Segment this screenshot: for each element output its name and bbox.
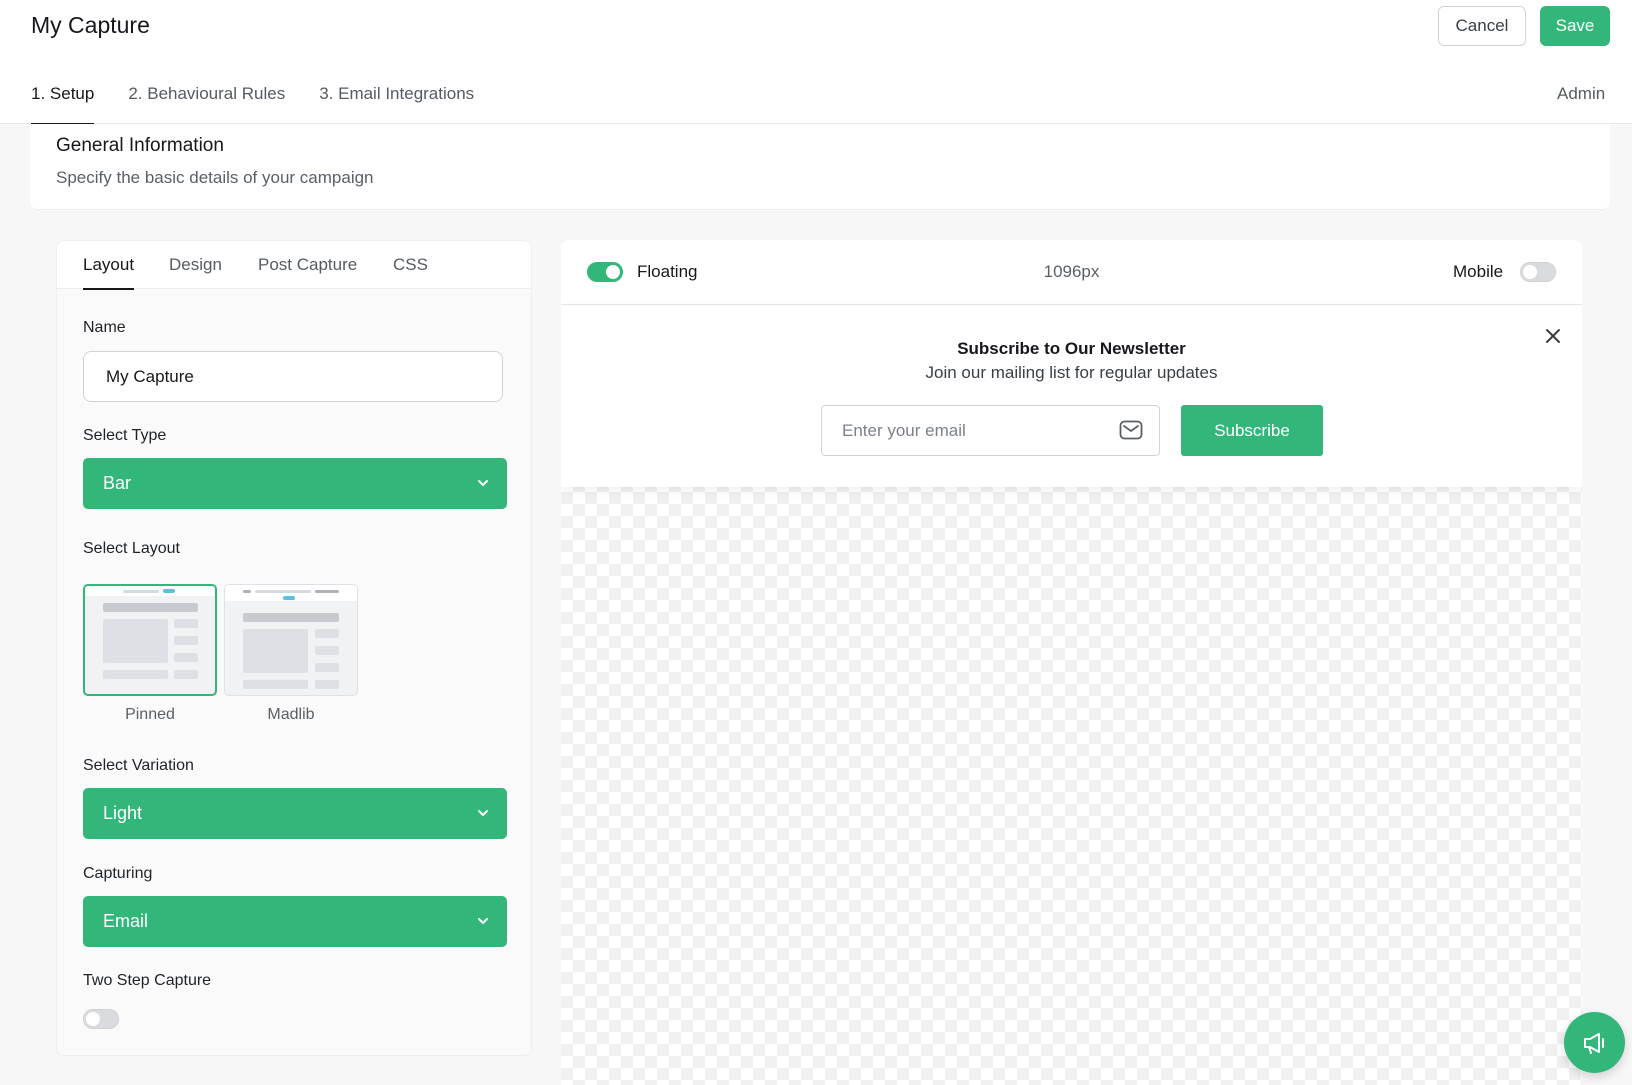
settings-tabs: Layout Design Post Capture CSS — [57, 241, 531, 290]
tab-setup[interactable]: 1. Setup — [31, 76, 95, 125]
layout-label-pinned: Pinned — [125, 706, 175, 723]
capturing-label: Capturing — [83, 865, 153, 882]
chevron-down-icon — [478, 918, 488, 924]
select-variation-label: Select Variation — [83, 757, 194, 774]
tab-layout[interactable]: Layout — [83, 255, 135, 290]
preview-toolbar: Floating 1096px Mobile — [561, 240, 1582, 305]
select-type-dropdown[interactable]: Bar — [83, 458, 507, 509]
select-type-value: Bar — [103, 473, 132, 493]
capturing-dropdown[interactable]: Email — [83, 896, 507, 947]
settings-panel: Layout Design Post Capture CSS Name Sele… — [56, 240, 532, 1056]
megaphone-icon — [1584, 1033, 1604, 1054]
mobile-toggle[interactable] — [1520, 262, 1556, 282]
two-step-capture-toggle[interactable] — [83, 1009, 119, 1029]
capturing-value: Email — [103, 911, 149, 931]
mail-icon — [1119, 420, 1143, 440]
name-input[interactable] — [83, 351, 503, 402]
newsletter-subtitle: Join our mailing list for regular update… — [925, 363, 1218, 382]
preview-panel: Floating 1096px Mobile Subscribe to Our … — [561, 240, 1582, 1085]
select-variation-value: Light — [103, 803, 143, 823]
section-subtitle: Specify the basic details of your campai… — [56, 168, 374, 187]
two-step-capture-label: Two Step Capture — [83, 972, 212, 989]
layout-label-madlib: Madlib — [267, 706, 315, 723]
cancel-button[interactable]: Cancel — [1438, 6, 1526, 46]
admin-link[interactable]: Admin — [1557, 84, 1605, 104]
announcement-button[interactable] — [1564, 1012, 1625, 1073]
tab-design[interactable]: Design — [169, 255, 222, 275]
top-bar: My Capture Cancel Save 1. Setup 2. Behav… — [0, 0, 1632, 125]
width-readout: 1096px — [1043, 262, 1100, 281]
layout-option-pinned[interactable] — [83, 584, 217, 696]
tab-behavioural-rules[interactable]: 2. Behavioural Rules — [128, 76, 285, 124]
mobile-label: Mobile — [1453, 262, 1504, 281]
layout-preview-icon — [85, 586, 215, 679]
chevron-down-icon — [478, 480, 488, 486]
newsletter-title: Subscribe to Our Newsletter — [957, 339, 1186, 358]
page-title: My Capture — [31, 12, 150, 38]
tab-post-capture[interactable]: Post Capture — [258, 255, 357, 275]
tab-email-integrations[interactable]: 3. Email Integrations — [319, 76, 474, 124]
select-variation-dropdown[interactable]: Light — [83, 788, 507, 839]
section-title: General Information — [56, 135, 224, 156]
email-input[interactable] — [821, 405, 1160, 456]
name-label: Name — [83, 319, 126, 336]
main-tabs: 1. Setup 2. Behavioural Rules 3. Email I… — [31, 76, 508, 125]
select-layout-label: Select Layout — [83, 540, 180, 557]
chevron-down-icon — [478, 810, 488, 816]
select-type-label: Select Type — [83, 427, 167, 444]
newsletter-bar-preview: Subscribe to Our Newsletter Join our mai… — [561, 305, 1582, 487]
tab-css[interactable]: CSS — [393, 255, 428, 275]
subscribe-button[interactable]: Subscribe — [1181, 405, 1323, 456]
layout-preview-icon — [225, 585, 357, 689]
save-button[interactable]: Save — [1540, 6, 1610, 46]
layout-option-madlib[interactable] — [224, 584, 358, 696]
general-information-card: General Information Specify the basic de… — [30, 124, 1610, 210]
